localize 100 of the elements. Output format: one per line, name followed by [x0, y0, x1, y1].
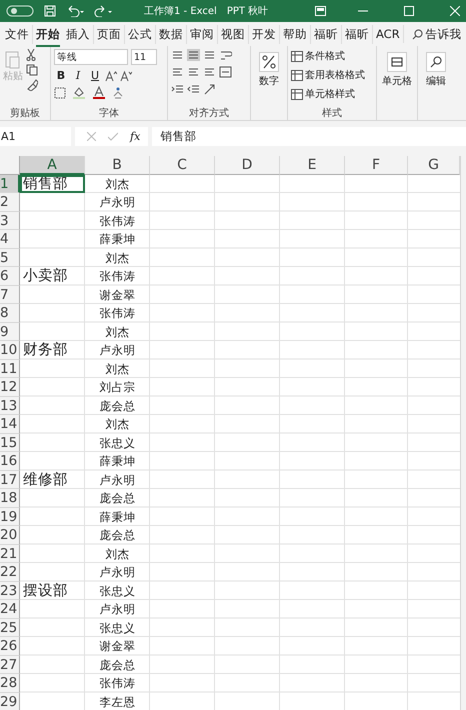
ribbon-tab[interactable]: ACR — [373, 25, 404, 43]
font-size-field[interactable]: 11 — [131, 49, 157, 65]
ribbon-tab[interactable]: 公式 — [125, 24, 156, 44]
cells-button[interactable]: 单元格 — [382, 52, 412, 88]
align-icon[interactable] — [171, 66, 184, 78]
font-color-icon[interactable] — [92, 86, 106, 99]
column-header[interactable]: A — [20, 156, 85, 174]
row-header[interactable]: 28 — [0, 674, 20, 692]
close-icon[interactable] — [450, 6, 460, 16]
indent-icon[interactable] — [187, 83, 200, 95]
column-header[interactable]: E — [280, 156, 345, 174]
align-icon[interactable] — [187, 49, 200, 61]
percent-icon — [259, 52, 279, 72]
wrap-text-icon[interactable] — [219, 49, 232, 61]
name-box[interactable]: A1 — [0, 127, 71, 146]
row-header[interactable]: 22 — [0, 563, 20, 582]
row-header[interactable]: 20 — [0, 526, 20, 544]
ribbon-tab[interactable]: 插入 — [63, 24, 94, 44]
row-header[interactable]: 1 — [0, 174, 20, 193]
row-header[interactable]: 14 — [0, 415, 20, 434]
indent-icon[interactable] — [171, 83, 184, 95]
merge-icon[interactable] — [219, 66, 232, 78]
row-header[interactable]: 12 — [0, 378, 20, 396]
row-header[interactable]: 24 — [0, 600, 20, 618]
row-header[interactable]: 13 — [0, 396, 20, 415]
copy-icon[interactable] — [26, 64, 38, 76]
bold-button[interactable]: B — [54, 69, 68, 82]
row-header[interactable]: 10 — [0, 341, 20, 360]
phonetic-icon[interactable] — [112, 86, 124, 98]
table-cell-text: 庞会总 — [98, 656, 136, 674]
align-icon[interactable] — [187, 66, 200, 78]
undo-icon[interactable] — [66, 5, 84, 17]
format-painter-icon[interactable] — [26, 79, 38, 91]
orientation-icon[interactable] — [203, 83, 216, 95]
ribbon-display-icon[interactable] — [315, 6, 326, 16]
column-header[interactable]: C — [150, 156, 215, 174]
table-cell-text: 张伟涛 — [98, 675, 136, 692]
style-button[interactable]: 单元格样式 — [291, 87, 355, 101]
column-header[interactable]: G — [408, 156, 460, 174]
formula-field[interactable]: 销售部 — [152, 127, 466, 146]
maximize-icon[interactable] — [404, 6, 414, 16]
row-header[interactable]: 6 — [0, 267, 20, 286]
ribbon-tab[interactable]: 福昕 — [311, 24, 342, 44]
row-header[interactable]: 7 — [0, 286, 20, 304]
row-header[interactable]: 29 — [0, 692, 20, 710]
style-button[interactable]: 套用表格格式 — [291, 68, 365, 82]
font-name-field[interactable]: 等线 — [54, 49, 128, 65]
table-cell-text: 刘杰 — [104, 176, 130, 192]
row-header[interactable]: 27 — [0, 656, 20, 674]
ribbon-tab[interactable]: 帮助 — [280, 24, 311, 44]
number-format-button[interactable]: 数字 — [259, 52, 279, 88]
cut-icon[interactable] — [26, 49, 36, 61]
ribbon-tab[interactable]: 开发 — [249, 24, 280, 44]
borders-icon[interactable] — [54, 86, 66, 98]
align-icon[interactable] — [171, 49, 184, 61]
column-header[interactable]: B — [85, 156, 150, 174]
row-header[interactable]: 25 — [0, 618, 20, 637]
save-icon[interactable] — [44, 5, 56, 17]
table-cell-text: 薛秉坤 — [98, 508, 136, 526]
table-cell-text: 维修部 — [22, 470, 69, 489]
tell-me-search[interactable]: 告诉我 — [426, 26, 462, 42]
redo-icon[interactable] — [94, 5, 112, 17]
table-cell-text: 谢金翠 — [98, 286, 136, 304]
row-header[interactable]: 15 — [0, 434, 20, 452]
row-header[interactable]: 11 — [0, 360, 20, 378]
row-header[interactable]: 4 — [0, 230, 20, 248]
row-header[interactable]: 16 — [0, 452, 20, 470]
editing-button[interactable]: 编辑 — [426, 52, 446, 88]
table-cell-text: 卢永明 — [98, 472, 136, 488]
style-button[interactable]: 条件格式 — [291, 49, 345, 63]
align-icon[interactable] — [203, 49, 216, 61]
ribbon-tab[interactable]: 页面 — [94, 24, 125, 44]
column-header[interactable]: F — [345, 156, 408, 174]
decrease-font-icon[interactable] — [120, 70, 132, 82]
ribbon-tab[interactable]: 数据 — [156, 24, 187, 44]
row-header[interactable]: 9 — [0, 322, 20, 341]
ribbon-tab[interactable]: 文件 — [2, 24, 33, 44]
insert-function-button[interactable]: fx — [130, 130, 140, 143]
row-header[interactable]: 21 — [0, 544, 20, 563]
ribbon-tab[interactable]: 福昕 — [342, 24, 373, 44]
ribbon-tab[interactable]: 视图 — [218, 24, 249, 44]
row-header[interactable]: 5 — [0, 248, 20, 267]
italic-button[interactable]: I — [71, 69, 85, 82]
fill-color-icon[interactable] — [72, 86, 86, 99]
row-header[interactable]: 26 — [0, 637, 20, 656]
group-label: 对齐方式 — [188, 106, 230, 120]
increase-font-icon[interactable] — [105, 70, 117, 82]
search-icon[interactable] — [412, 28, 423, 40]
toggle-icon[interactable] — [6, 5, 34, 17]
row-header[interactable]: 18 — [0, 489, 20, 508]
align-icon[interactable] — [203, 66, 216, 78]
row-header[interactable]: 19 — [0, 508, 20, 526]
row-header[interactable]: 17 — [0, 470, 20, 489]
row-header[interactable]: 23 — [0, 582, 20, 600]
row-header[interactable]: 8 — [0, 304, 20, 322]
underline-button[interactable]: U — [88, 69, 102, 82]
row-header[interactable]: 3 — [0, 212, 20, 230]
ribbon-tab[interactable]: 审阅 — [187, 24, 218, 44]
row-header[interactable]: 2 — [0, 193, 20, 212]
column-header[interactable]: D — [215, 156, 280, 174]
